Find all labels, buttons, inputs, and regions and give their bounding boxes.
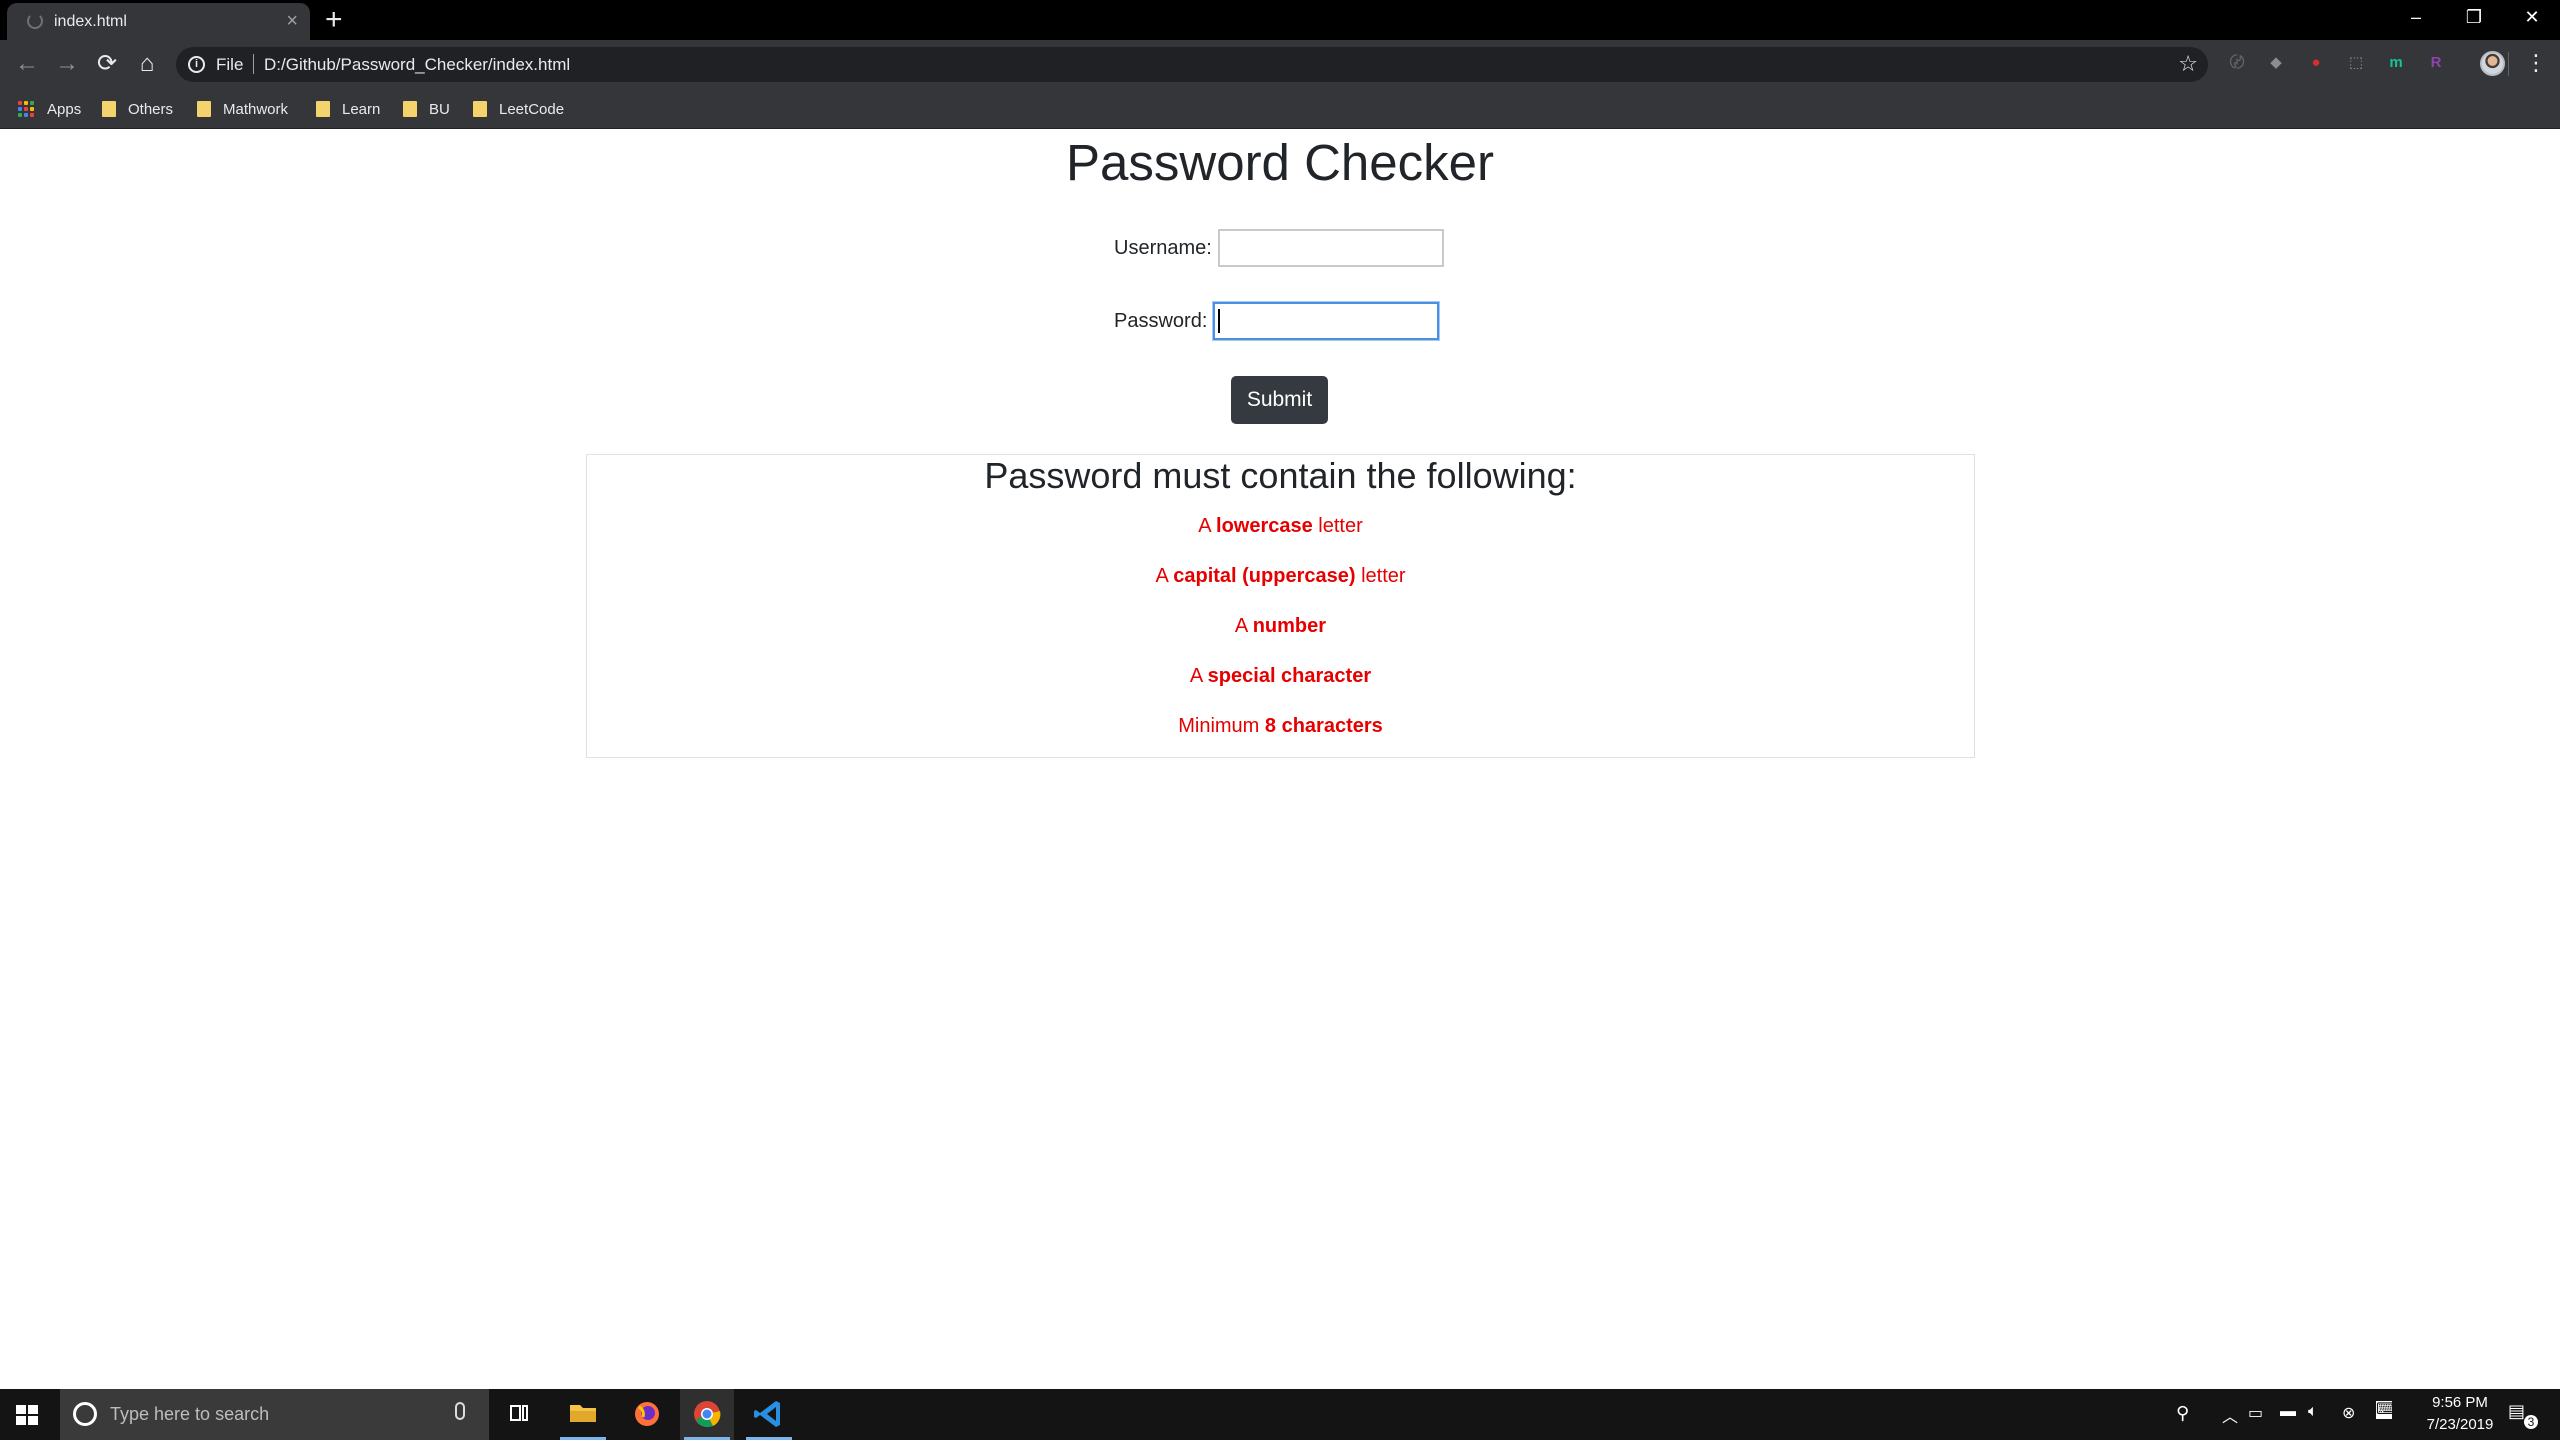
url-separator	[253, 54, 254, 74]
bookmark-star-icon[interactable]: ☆	[2178, 51, 2198, 77]
username-row: Username:	[1114, 229, 1444, 267]
bookmark-others[interactable]: Others	[102, 89, 173, 129]
input-method-icon[interactable]: ⌨	[2376, 1401, 2399, 1419]
username-label: Username:	[1114, 236, 1212, 259]
page-content: Password Checker Username: Password: Sub…	[0, 129, 2560, 1389]
minimize-button[interactable]: –	[2388, 0, 2444, 36]
requirement-number: A number	[1234, 615, 1327, 637]
restore-button[interactable]: ❐	[2446, 0, 2502, 36]
info-icon[interactable]: i	[188, 56, 205, 73]
network-icon[interactable]: ▭	[2248, 1403, 2263, 1423]
people-icon[interactable]: ⚲	[2176, 1403, 2189, 1424]
layers-extension-icon[interactable]: ◆	[2265, 52, 2287, 74]
url-scheme: File	[216, 55, 244, 74]
tab-strip: index.html × + – ❐ ✕	[0, 0, 2560, 40]
task-view-icon[interactable]	[492, 1389, 546, 1440]
clock-date[interactable]: 7/23/2019	[2410, 1416, 2510, 1433]
page-title: Password Checker	[1066, 134, 1494, 191]
password-label: Password:	[1114, 309, 1208, 332]
requirement-lowercase: A lowercase letter	[1198, 515, 1363, 537]
text-caret	[1218, 309, 1221, 333]
requirement-special: A special character	[1189, 665, 1372, 687]
windows-start-icon[interactable]	[16, 1405, 38, 1425]
bookmark-mathwork[interactable]: Mathwork	[197, 89, 288, 129]
vscode-icon[interactable]	[742, 1389, 796, 1440]
folder-icon	[316, 101, 330, 117]
tab-close-icon[interactable]: ×	[286, 10, 298, 33]
pdf-extension-icon[interactable]: ⬚	[2345, 52, 2367, 74]
cortana-icon	[73, 1402, 97, 1426]
bookmarks-bar: Apps Others Mathwork Learn BU LeetCode	[0, 89, 2560, 129]
close-window-button[interactable]: ✕	[2504, 0, 2560, 36]
requirements-box: Password must contain the following: A l…	[586, 454, 1975, 758]
requirement-capital: A capital (uppercase) letter	[1155, 565, 1406, 587]
back-icon[interactable]: ←	[13, 50, 41, 78]
windows-taskbar: Type here to search ⚲ ︿ ▭ ▬ 🔈︎ ⊗ ⌨ 9:56 …	[0, 1389, 2560, 1440]
profile-avatar[interactable]	[2480, 51, 2505, 76]
rss-extension-icon[interactable]: 〄	[2226, 52, 2248, 74]
bookmark-label: Others	[128, 100, 174, 118]
browser-tab[interactable]: index.html ×	[7, 3, 310, 40]
forward-icon[interactable]: →	[53, 50, 81, 78]
bookmark-leetcode[interactable]: LeetCode	[473, 89, 564, 129]
battery-icon[interactable]: ▬	[2280, 1403, 2296, 1421]
toolbar-separator	[2508, 52, 2509, 76]
tray-x-icon[interactable]: ⊗	[2342, 1403, 2355, 1423]
microphone-icon[interactable]	[455, 1402, 465, 1420]
tray-overflow-icon[interactable]: ︿	[2222, 1403, 2238, 1427]
clock-time[interactable]: 9:56 PM	[2410, 1394, 2510, 1411]
bookmark-bu[interactable]: BU	[403, 89, 450, 129]
notification-count: 3	[2524, 1415, 2538, 1429]
r-extension-icon[interactable]: R	[2425, 52, 2447, 74]
chrome-icon[interactable]	[680, 1389, 734, 1440]
folder-icon	[102, 101, 116, 117]
folder-icon	[403, 101, 417, 117]
apps-grid-icon	[18, 100, 35, 118]
firefox-icon[interactable]	[620, 1389, 674, 1440]
folder-icon	[197, 101, 211, 117]
bookmark-label: LeetCode	[499, 100, 565, 118]
grammarly-extension-icon[interactable]: m	[2385, 52, 2407, 74]
menu-icon[interactable]: ⋮	[2525, 50, 2547, 76]
bookmark-apps[interactable]: Apps	[18, 89, 81, 129]
loading-icon	[27, 13, 43, 29]
username-input[interactable]	[1217, 229, 1444, 267]
bookmark-label: Apps	[47, 100, 82, 118]
requirements-heading: Password must contain the following:	[984, 455, 1577, 496]
lastpass-extension-icon[interactable]: ●	[2305, 52, 2327, 74]
new-tab-button[interactable]: +	[325, 4, 343, 36]
password-input[interactable]	[1213, 302, 1440, 340]
requirement-length: Minimum 8 characters	[1178, 715, 1383, 737]
password-row: Password:	[1114, 302, 1440, 340]
search-placeholder: Type here to search	[110, 1404, 270, 1424]
taskbar-search[interactable]: Type here to search	[60, 1389, 489, 1440]
reload-icon[interactable]: ⟳	[93, 50, 121, 78]
home-icon[interactable]: ⌂	[133, 50, 161, 78]
bookmark-label: BU	[429, 100, 450, 118]
folder-icon	[473, 101, 487, 117]
tab-title: index.html	[54, 13, 127, 30]
bookmark-label: Learn	[342, 100, 381, 118]
bookmark-learn[interactable]: Learn	[316, 89, 380, 129]
submit-button[interactable]: Submit	[1231, 376, 1328, 424]
url-text[interactable]: D:/Github/Password_Checker/index.html	[264, 55, 570, 75]
browser-toolbar: ← → ⟳ ⌂ i File D:/Github/Password_Checke…	[0, 40, 2560, 89]
volume-icon[interactable]: 🔈︎	[2308, 1403, 2318, 1421]
address-bar[interactable]: i File D:/Github/Password_Checker/index.…	[176, 47, 2208, 82]
notification-icon[interactable]: ▤	[2508, 1401, 2525, 1422]
file-explorer-icon[interactable]	[556, 1389, 610, 1440]
bookmark-label: Mathwork	[223, 100, 289, 118]
